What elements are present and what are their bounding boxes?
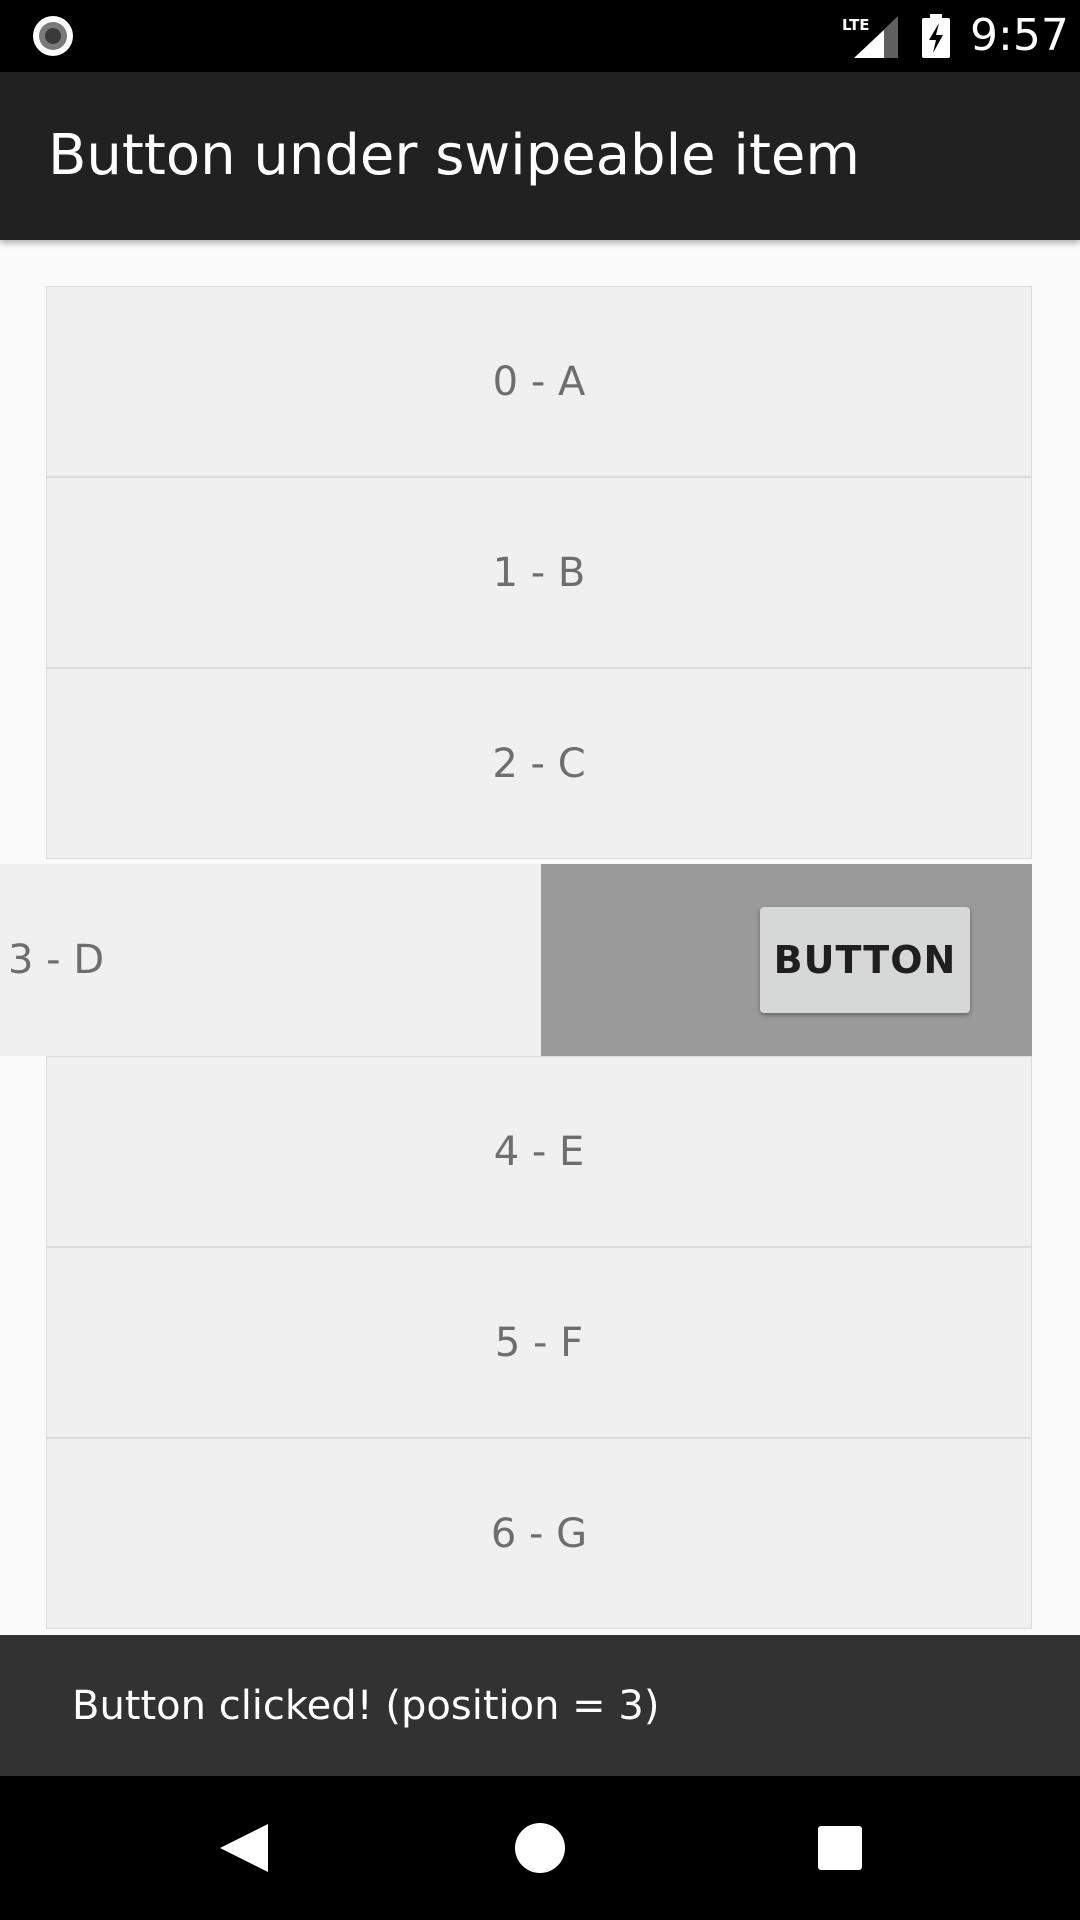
swipeable-list[interactable]: 0 - A 1 - B 2 - C BUTTON 3 - D 4 - E 5 -… <box>0 240 1080 1635</box>
list-item[interactable]: 5 - F <box>46 1247 1032 1438</box>
status-time: 9:57 <box>970 10 1069 61</box>
list-item[interactable]: 6 - G <box>46 1438 1032 1629</box>
list-item-label: 3 - D <box>8 937 105 983</box>
list-item-label: 4 - E <box>493 1128 585 1175</box>
svg-text:LTE: LTE <box>842 16 870 34</box>
swiped-list-item[interactable]: BUTTON 3 - D <box>0 864 1032 1056</box>
list-item-label: 2 - C <box>492 740 586 787</box>
swiped-item-foreground[interactable]: 3 - D <box>0 864 541 1056</box>
list-item[interactable]: 4 - E <box>46 1056 1032 1247</box>
list-item-label: 0 - A <box>492 358 586 405</box>
record-indicator-icon <box>31 14 75 58</box>
home-icon[interactable] <box>504 1812 576 1884</box>
list-item[interactable]: 0 - A <box>46 286 1032 477</box>
status-bar: LTE 9:57 <box>0 0 1080 72</box>
list-item-label: 1 - B <box>492 549 586 596</box>
recents-icon[interactable] <box>804 1812 876 1884</box>
swipe-background-panel: BUTTON <box>541 864 1032 1056</box>
snackbar: Button clicked! (position = 3) <box>0 1635 1080 1776</box>
list-item[interactable]: 1 - B <box>46 477 1032 668</box>
navigation-bar <box>0 1776 1080 1920</box>
list-item-label: 5 - F <box>494 1319 584 1366</box>
app-bar: Button under swipeable item <box>0 72 1080 240</box>
list-item[interactable]: 2 - C <box>46 668 1032 859</box>
back-icon[interactable] <box>204 1812 276 1884</box>
lte-signal-icon: LTE <box>840 14 898 58</box>
battery-charging-icon <box>920 14 952 58</box>
page-title: Button under swipeable item <box>48 123 860 188</box>
snackbar-message: Button clicked! (position = 3) <box>72 1682 660 1729</box>
list-item-label: 6 - G <box>490 1510 588 1557</box>
under-item-button[interactable]: BUTTON <box>760 907 970 1013</box>
